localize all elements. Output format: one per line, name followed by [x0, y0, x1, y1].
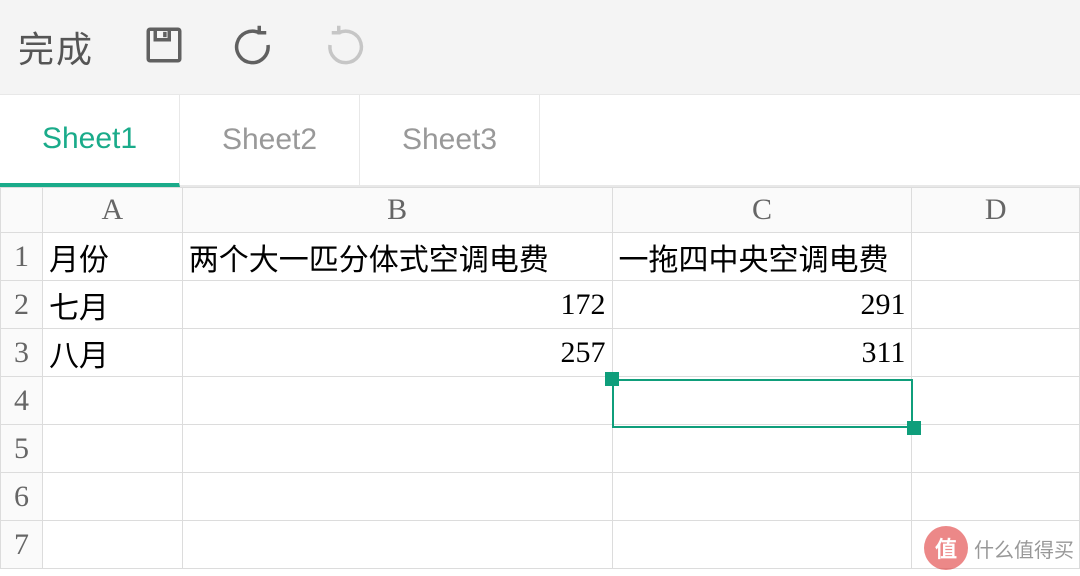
- cell-C7[interactable]: [612, 521, 912, 569]
- watermark: 值 什么值得买: [924, 526, 1074, 570]
- cell-A5[interactable]: [42, 425, 182, 473]
- row-header-4[interactable]: 4: [1, 377, 43, 425]
- cell-C1[interactable]: 一拖四中央空调电费: [612, 233, 912, 281]
- row-header-3[interactable]: 3: [1, 329, 43, 377]
- done-button[interactable]: 完成: [18, 21, 114, 73]
- row-header-7[interactable]: 7: [1, 521, 43, 569]
- row-header-6[interactable]: 6: [1, 473, 43, 521]
- redo-button[interactable]: [304, 7, 384, 87]
- cell-D6[interactable]: [912, 473, 1080, 521]
- tab-sheet1[interactable]: Sheet1: [0, 95, 180, 187]
- col-header-D[interactable]: D: [912, 188, 1080, 233]
- cell-A6[interactable]: [42, 473, 182, 521]
- undo-icon: [233, 24, 275, 71]
- save-icon: [143, 24, 185, 71]
- row-header-5[interactable]: 5: [1, 425, 43, 473]
- cell-B7[interactable]: [182, 521, 612, 569]
- save-button[interactable]: [124, 7, 204, 87]
- cell-A7[interactable]: [42, 521, 182, 569]
- row-header-2[interactable]: 2: [1, 281, 43, 329]
- cell-C4[interactable]: [612, 377, 912, 425]
- cell-D4[interactable]: [912, 377, 1080, 425]
- selection-handle-br[interactable]: [907, 421, 921, 435]
- cell-A1[interactable]: 月份: [42, 233, 182, 281]
- col-header-C[interactable]: C: [612, 188, 912, 233]
- cell-B1[interactable]: 两个大一匹分体式空调电费: [182, 233, 612, 281]
- cell-C2[interactable]: 291: [612, 281, 912, 329]
- cell-C6[interactable]: [612, 473, 912, 521]
- cell-D2[interactable]: [912, 281, 1080, 329]
- grid[interactable]: A B C D 1 月份 两个大一匹分体式空调电费 一拖四中央空调电费 2 七月…: [0, 187, 1080, 569]
- cell-B5[interactable]: [182, 425, 612, 473]
- cell-C3[interactable]: 311: [612, 329, 912, 377]
- cell-D3[interactable]: [912, 329, 1080, 377]
- redo-icon: [323, 24, 365, 71]
- cell-A2[interactable]: 七月: [42, 281, 182, 329]
- row-header-1[interactable]: 1: [1, 233, 43, 281]
- sheet-tabs: Sheet1 Sheet2 Sheet3: [0, 95, 1080, 187]
- spreadsheet[interactable]: A B C D 1 月份 两个大一匹分体式空调电费 一拖四中央空调电费 2 七月…: [0, 187, 1080, 569]
- cell-D1[interactable]: [912, 233, 1080, 281]
- col-header-B[interactable]: B: [182, 188, 612, 233]
- tab-bar-empty: [540, 95, 1080, 187]
- undo-button[interactable]: [214, 7, 294, 87]
- cell-C5[interactable]: [612, 425, 912, 473]
- cell-D5[interactable]: [912, 425, 1080, 473]
- selection-handle-tl[interactable]: [605, 372, 619, 386]
- tab-sheet3[interactable]: Sheet3: [360, 95, 540, 187]
- cell-A3[interactable]: 八月: [42, 329, 182, 377]
- cell-B3[interactable]: 257: [182, 329, 612, 377]
- select-all-corner[interactable]: [1, 188, 43, 233]
- cell-B6[interactable]: [182, 473, 612, 521]
- toolbar: 完成: [0, 0, 1080, 95]
- cell-A4[interactable]: [42, 377, 182, 425]
- tab-sheet2[interactable]: Sheet2: [180, 95, 360, 187]
- cell-B4[interactable]: [182, 377, 612, 425]
- watermark-text: 什么值得买: [974, 534, 1074, 563]
- cell-B2[interactable]: 172: [182, 281, 612, 329]
- col-header-A[interactable]: A: [42, 188, 182, 233]
- watermark-badge: 值: [924, 526, 968, 570]
